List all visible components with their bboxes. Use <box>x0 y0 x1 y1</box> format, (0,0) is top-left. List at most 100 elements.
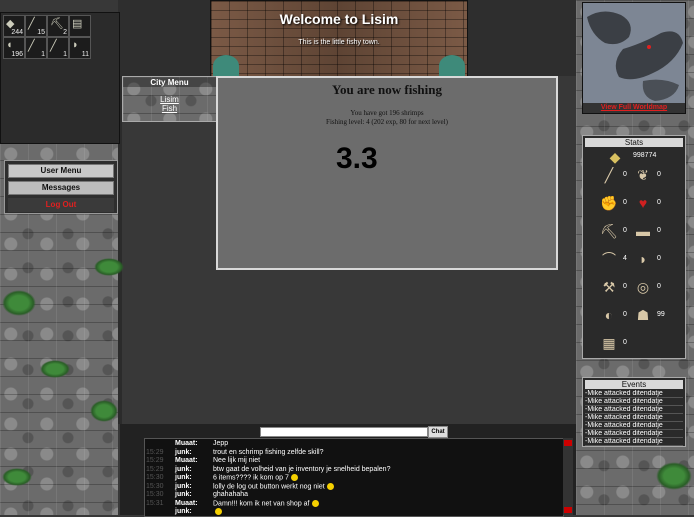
events-panel: Events -Mike attacked ditendatje -Mike at… <box>582 377 686 447</box>
chat-text: ghahahaha <box>213 491 248 498</box>
view-worldmap-link[interactable]: View Full Worldmap <box>583 103 685 113</box>
stat-value: 4 <box>623 255 627 262</box>
chat-text-content: Jepp <box>213 440 229 447</box>
chat-text-content: Nee lijk mij niet <box>213 457 261 464</box>
stat-value: 0 <box>623 283 627 290</box>
chat-username: Muaat: <box>175 457 198 464</box>
plant-decoration <box>2 468 32 486</box>
inventory-slot[interactable]: ◖ 196 <box>3 37 25 59</box>
stat-value: 0 <box>623 339 627 346</box>
plant-decoration <box>90 400 118 422</box>
stat-value: 0 <box>623 199 627 206</box>
city-link-fish[interactable]: Fish <box>123 104 216 113</box>
stats-title: Stats <box>585 138 683 147</box>
inventory-slot[interactable]: ╱ 1 <box>25 37 47 59</box>
fishing-level-text: Fishing level: 4 (202 exp, 80 for next l… <box>326 118 448 126</box>
chat-scrollbar[interactable] <box>563 438 573 515</box>
smiley-icon <box>290 474 298 481</box>
city-menu: City Menu Lisim Fish <box>122 76 217 122</box>
inventory-slot[interactable]: ⛏ 2 <box>47 15 69 37</box>
stat-value: 0 <box>657 171 661 178</box>
chat-text: btw gaat de volheid van je inventory je … <box>213 466 390 473</box>
user-menu-button[interactable]: User Menu <box>8 164 114 178</box>
player-marker-icon <box>647 45 651 49</box>
chat-text-content: trout en schrimp fishing zelfde skill? <box>213 448 324 456</box>
fishing-panel: You are now fishing You have got 196 shr… <box>216 76 558 270</box>
fist-stat-icon: ✊ <box>600 195 618 211</box>
chat-time: 15:30 <box>146 482 164 490</box>
messages-button[interactable]: Messages <box>8 181 114 195</box>
fish-icon: ◗ <box>72 39 79 51</box>
slot-count: 1 <box>63 51 67 58</box>
chat-username: junk: <box>175 482 192 490</box>
chat-text: Damn!!! kom ik net van shop af <box>213 499 319 507</box>
shrimp-icon: ◖ <box>6 39 13 51</box>
gold-value: 998774 <box>633 152 657 159</box>
smiley-icon <box>215 508 222 515</box>
city-menu-title: City Menu <box>123 78 216 87</box>
scroll-down-icon[interactable] <box>564 507 572 513</box>
scroll-up-icon[interactable] <box>564 440 572 446</box>
user-menu: User Menu Messages Log Out <box>4 160 118 214</box>
center-right-strip <box>466 0 576 76</box>
chat-username: junk: <box>175 491 192 498</box>
chat-time: 15:29 <box>146 465 164 473</box>
banner-title: Welcome to Lisim <box>279 11 399 27</box>
chat-message: junk: <box>145 508 563 516</box>
wood-stat-icon: ▦ <box>602 335 616 351</box>
slot-count: 2 <box>63 29 67 36</box>
chat-text-content: lolly de log out button werkt nog niet <box>213 482 325 490</box>
chat-text-content: btw gaat de volheid van je inventory je … <box>213 465 391 473</box>
plant-decoration <box>40 360 70 378</box>
bow-stat-icon: ◎ <box>636 279 650 295</box>
inventory-slot[interactable]: ▤ <box>69 15 91 37</box>
stat-value: 0 <box>623 311 627 318</box>
logout-button[interactable]: Log Out <box>8 198 114 212</box>
slot-count: 244 <box>11 29 23 36</box>
smiley-icon <box>311 499 319 507</box>
tree-decoration <box>439 55 465 77</box>
chat-panel: Chat Muaat: Jepp 15:29 junk: trout en schrim… <box>120 424 576 517</box>
event-item: -Mike attacked ditendatje <box>585 406 683 414</box>
gold-icon: ◆ <box>609 149 621 165</box>
scroll-icon: ▤ <box>72 18 83 30</box>
inventory-slot[interactable]: ◆ 244 <box>3 15 25 37</box>
events-title: Events <box>585 380 683 389</box>
chat-text: lolly de log out button werkt nog niet <box>213 482 334 490</box>
worldmap-image[interactable] <box>583 3 685 103</box>
inventory-panel: ◆ 244 ╱ 15 ⛏ 2 ▤ ◖ 196 ╱ 1 ╱ 1 ◗ 11 <box>0 12 120 144</box>
anvil-stat-icon: ▬ <box>636 223 650 239</box>
city-link-lisim[interactable]: Lisim <box>123 95 216 104</box>
plant-decoration <box>94 258 124 276</box>
sword-stat-icon: ╱ <box>604 167 614 183</box>
chat-username: junk: <box>175 508 192 515</box>
event-item: -Mike attacked ditendatje <box>585 430 683 438</box>
plant-decoration <box>2 290 36 316</box>
chat-username: junk: <box>175 448 192 456</box>
chat-input[interactable] <box>260 427 428 437</box>
pickaxe-icon: ⛏ <box>50 18 64 30</box>
event-item: -Mike attacked ditendatje <box>585 422 683 430</box>
axe-stat-icon: ⚒ <box>602 279 616 295</box>
chat-text-content: ghahahaha <box>213 491 249 498</box>
chat-text-content: Damn!!! kom ik net van shop af <box>213 499 310 507</box>
inventory-slot[interactable]: ╱ 1 <box>47 37 69 59</box>
stat-value: 0 <box>657 283 661 290</box>
slot-count: 196 <box>11 51 23 58</box>
chat-username: junk: <box>175 474 192 481</box>
inventory-slot[interactable]: ╱ 15 <box>25 15 47 37</box>
mask-stat-icon: ◐ <box>604 307 614 323</box>
chat-time: 15:31 <box>146 499 164 507</box>
shrimp-count-text: You have got 196 shrimps <box>350 109 424 117</box>
chat-text: trout en schrimp fishing zelfde skill? <box>213 449 324 456</box>
stat-value: 99 <box>657 311 665 318</box>
inventory-slot[interactable]: ◗ 11 <box>69 37 91 59</box>
chat-button[interactable]: Chat <box>428 426 448 438</box>
town-banner: Welcome to Lisim This is the little fish… <box>210 0 468 78</box>
chat-time: 15:29 <box>146 457 164 464</box>
herb-stat-icon: ❦ <box>637 167 649 183</box>
stat-value: 0 <box>623 171 627 178</box>
worldmap-panel: View Full Worldmap <box>582 2 686 114</box>
smiley-icon <box>326 482 334 490</box>
chat-time: 15:29 <box>146 448 164 456</box>
